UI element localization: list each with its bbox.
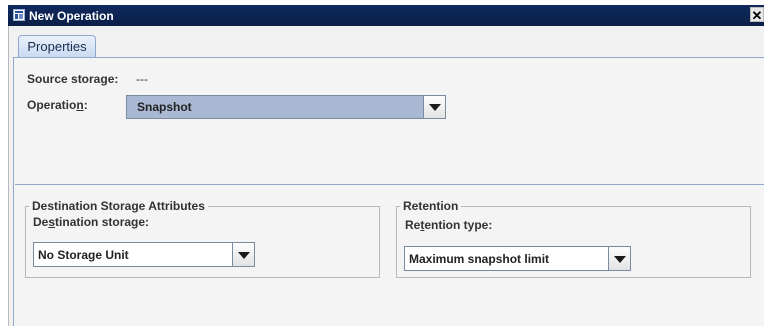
section-divider: [15, 184, 764, 185]
tab-properties[interactable]: Properties: [18, 35, 96, 57]
operation-dropdown[interactable]: Snapshot: [126, 95, 446, 119]
dropdown-arrow-icon[interactable]: [232, 243, 254, 266]
dropdown-arrow-icon[interactable]: [423, 96, 445, 118]
window-title: New Operation: [29, 9, 114, 23]
destination-storage-label: Destination storage:: [33, 215, 150, 229]
properties-panel: Source storage: --- Operation: Snapshot …: [13, 57, 764, 326]
retention-group-title: Retention: [400, 199, 462, 213]
title-bar: New Operation ✕: [8, 5, 764, 26]
dialog-body: Properties Source storage: --- Operation…: [8, 26, 764, 326]
retention-type-dropdown[interactable]: Maximum snapshot limit: [404, 246, 631, 271]
close-button[interactable]: ✕: [750, 7, 764, 23]
destination-storage-value: No Storage Unit: [38, 247, 129, 262]
operation-dropdown-value: Snapshot: [137, 100, 192, 114]
destination-storage-dropdown[interactable]: No Storage Unit: [33, 242, 255, 267]
operation-label: Operation:: [27, 98, 88, 112]
retention-type-label: Retention type:: [405, 218, 493, 232]
source-storage-value: ---: [136, 72, 148, 86]
destination-storage-group: Destination Storage Attributes Destinati…: [25, 199, 380, 278]
window-icon: [13, 9, 25, 21]
dropdown-arrow-icon[interactable]: [608, 247, 630, 270]
destination-group-title: Destination Storage Attributes: [29, 199, 208, 213]
retention-type-value: Maximum snapshot limit: [409, 251, 550, 266]
retention-group: Retention Retention type: Maximum snapsh…: [396, 199, 751, 278]
source-storage-label: Source storage:: [27, 72, 119, 86]
